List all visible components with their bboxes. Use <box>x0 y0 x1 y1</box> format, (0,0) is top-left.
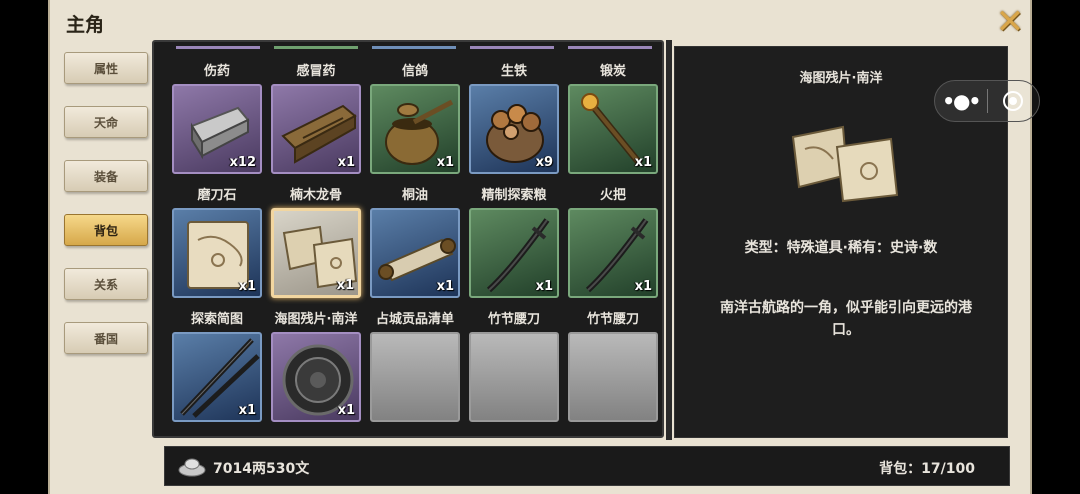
tab-relations[interactable]: 关系 <box>64 268 148 300</box>
rarity-line <box>274 46 358 49</box>
item-slot[interactable]: x1 <box>568 84 658 174</box>
item-slot[interactable]: x1 <box>370 84 460 174</box>
rarity-line <box>176 46 260 49</box>
item-slot[interactable]: x12 <box>172 84 262 174</box>
rarity-line <box>470 46 554 49</box>
item-quantity: x9 <box>535 155 553 170</box>
empty-slot <box>469 332 559 422</box>
item-name: 火把 <box>599 188 626 203</box>
empty-slot <box>568 332 658 422</box>
detail-description: 南洋古航路的一角，似乎能引向更远的港口。 <box>720 300 972 338</box>
miniprogram-capsule: •●• <box>934 80 1040 122</box>
item-quantity: x1 <box>336 278 354 293</box>
money-amount: 7014两530文 <box>213 461 310 477</box>
tab-fanguo[interactable]: 番国 <box>64 322 148 354</box>
map-fragment-icon <box>787 115 907 209</box>
item-name: 楠木龙骨 <box>289 188 342 203</box>
item-quantity: x1 <box>634 155 652 170</box>
empty-slot <box>370 332 460 422</box>
panel-divider <box>666 40 672 440</box>
item-slot[interactable]: x1 <box>370 208 460 298</box>
target-circle-icon[interactable] <box>987 80 1039 122</box>
item-quantity: x1 <box>238 403 256 418</box>
item-slot[interactable]: x1 <box>271 84 361 174</box>
tab-equipment[interactable]: 装备 <box>64 160 148 192</box>
detail-type-line: 类型：特殊道具·稀有：史诗·数 <box>744 240 938 256</box>
item-name: 海图残片·南洋 <box>274 312 358 327</box>
item-slot[interactable]: x1 <box>469 208 559 298</box>
tab-backpack[interactable]: 背包 <box>64 214 148 246</box>
item-name: 桐油 <box>401 188 428 203</box>
item-quantity: x1 <box>436 155 454 170</box>
item-name: 信鸽 <box>401 64 428 79</box>
item-slot[interactable]: x9 <box>469 84 559 174</box>
page-title: 主角 <box>66 14 105 36</box>
item-name: 占城贡品清单 <box>375 312 454 327</box>
more-dots-icon[interactable]: •●• <box>935 80 987 122</box>
item-quantity: x1 <box>436 279 454 294</box>
item-name: 伤药 <box>203 64 230 79</box>
item-slot[interactable]: x1 <box>568 208 658 298</box>
item-name: 精制探索粮 <box>481 188 547 203</box>
item-name: 竹节腰刀 <box>586 312 639 327</box>
footer-bar: 7014两530文 背包：17/100 <box>164 446 1010 486</box>
item-name: 竹节腰刀 <box>487 312 540 327</box>
item-name: 感冒药 <box>296 64 336 79</box>
item-slot[interactable]: x1 <box>172 332 262 422</box>
tab-attributes[interactable]: 属性 <box>64 52 148 84</box>
item-slot[interactable]: x1 <box>271 208 361 298</box>
close-x-icon[interactable]: ✕ <box>990 4 1030 40</box>
bag-capacity: 背包：17/100 <box>879 461 975 477</box>
item-name: 锻炭 <box>599 64 626 79</box>
item-quantity: x1 <box>337 403 355 418</box>
item-quantity: x1 <box>634 279 652 294</box>
item-slot[interactable]: x1 <box>271 332 361 422</box>
silver-ingot-icon <box>177 456 207 482</box>
rarity-line <box>568 46 652 49</box>
item-name: 探索简图 <box>190 312 243 327</box>
rarity-line <box>372 46 456 49</box>
item-quantity: x1 <box>535 279 553 294</box>
item-quantity: x1 <box>337 155 355 170</box>
item-quantity: x1 <box>238 279 256 294</box>
item-name: 磨刀石 <box>197 188 237 203</box>
tab-destiny[interactable]: 天命 <box>64 106 148 138</box>
item-name: 生铁 <box>500 64 527 79</box>
item-slot[interactable]: x1 <box>172 208 262 298</box>
item-quantity: x12 <box>229 155 256 170</box>
